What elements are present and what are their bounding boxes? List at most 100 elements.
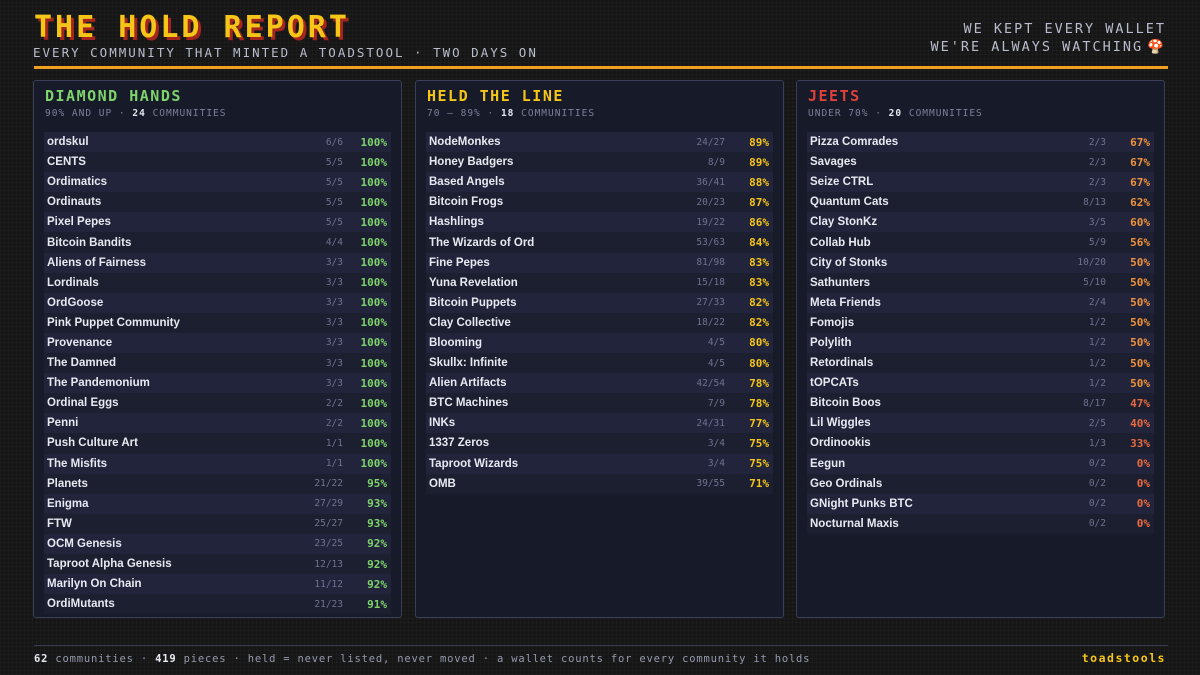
community-row: Enigma 27/29 93%	[44, 493, 391, 514]
community-name: Clay StonKz	[810, 216, 878, 229]
community-row: OrdGoose 3/3 100%	[44, 292, 391, 313]
community-name: Savages	[810, 156, 857, 169]
community-name: Bitcoin Frogs	[429, 196, 504, 209]
hold-percent: 78%	[749, 376, 769, 390]
community-row: Seize CTRL 2/3 67%	[807, 172, 1154, 193]
community-row: tOPCATs 1/2 50%	[807, 373, 1154, 394]
community-name: GNight Punks BTC	[810, 497, 913, 510]
hold-percent: 100%	[360, 336, 388, 350]
held-fraction: 81/98	[696, 257, 725, 269]
held-fraction: 2/3	[1088, 156, 1106, 168]
panel-title: DIAMOND HANDS	[45, 87, 182, 105]
community-name: Yuna Revelation	[429, 276, 518, 289]
held-fraction: 39/55	[696, 478, 725, 490]
community-name: Geo Ordinals	[810, 477, 883, 490]
community-name: Bitcoin Puppets	[429, 296, 517, 309]
held-fraction: 5/5	[325, 176, 343, 188]
community-name: Ordinookis	[810, 437, 871, 450]
held-fraction: 23/25	[314, 538, 343, 550]
hold-percent: 78%	[749, 396, 769, 410]
community-row: Blooming 4/5 80%	[426, 332, 773, 354]
held-fraction: 8/17	[1083, 397, 1106, 409]
hold-percent: 93%	[367, 517, 387, 531]
held-fraction: 1/2	[1088, 357, 1106, 369]
footer-note: held = never listed, never moved · a wal…	[247, 653, 811, 665]
community-name: City of Stonks	[810, 256, 888, 269]
held-fraction: 1/1	[325, 458, 343, 470]
panel-count: 24	[132, 108, 146, 119]
panel-title: JEETS	[808, 87, 861, 105]
hold-percent: 0%	[1136, 477, 1150, 491]
held-fraction: 0/2	[1088, 518, 1106, 530]
community-name: Bitcoin Bandits	[47, 236, 132, 249]
hold-percent: 89%	[749, 135, 769, 149]
hold-percent: 56%	[1130, 236, 1150, 250]
held-fraction: 3/3	[325, 257, 343, 269]
tagline-watching: WE'RE ALWAYS WATCHING 🍄	[931, 39, 1167, 55]
community-name: tOPCATs	[810, 377, 859, 390]
community-name: Alien Artifacts	[429, 377, 507, 390]
community-row: 1337 Zeros 3/4 75%	[426, 433, 773, 454]
panel-range: 70 – 89%	[427, 108, 481, 119]
community-row: Polylith 1/2 50%	[807, 332, 1154, 354]
hold-percent: 77%	[749, 416, 769, 430]
hold-percent: 92%	[367, 557, 387, 571]
held-fraction: 3/3	[325, 277, 343, 289]
community-name: CENTS	[47, 156, 86, 169]
community-row: Quantum Cats 8/13 62%	[807, 192, 1154, 213]
held-fraction: 0/2	[1088, 458, 1106, 470]
panel-jeets: JEETS UNDER 70% · 20 COMMUNITIES Pizza C…	[796, 80, 1165, 618]
held-fraction: 2/3	[1088, 176, 1106, 188]
community-row: The Wizards of Ord 53/63 84%	[426, 232, 773, 253]
community-row: BTC Machines 7/9 78%	[426, 393, 773, 414]
hold-percent: 80%	[749, 356, 769, 370]
community-row: Provenance 3/3 100%	[44, 332, 391, 354]
held-fraction: 1/1	[325, 437, 343, 449]
brand-logo: toadstools	[1081, 651, 1166, 665]
community-name: Marilyn On Chain	[47, 578, 142, 591]
community-name: Eegun	[810, 457, 846, 470]
community-name: Penni	[47, 417, 79, 430]
community-row: OMB 39/55 71%	[426, 473, 773, 494]
held-fraction: 2/2	[325, 417, 343, 429]
panel-count: 20	[888, 108, 903, 119]
footer-pieces-label: pieces	[183, 653, 227, 665]
held-fraction: 1/2	[1088, 377, 1106, 389]
held-fraction: 7/9	[707, 397, 725, 409]
footer-communities-count: 62	[34, 653, 49, 665]
hold-percent: 50%	[1130, 376, 1150, 390]
hold-percent: 100%	[360, 155, 388, 169]
community-row: OrdiMutants 21/23 91%	[44, 594, 391, 615]
tagline-watching-text: WE'RE ALWAYS WATCHING	[930, 39, 1144, 55]
hold-percent: 47%	[1130, 396, 1150, 410]
community-name: Bitcoin Boos	[810, 397, 881, 410]
community-row: Nocturnal Maxis 0/2 0%	[807, 513, 1154, 534]
held-fraction: 5/5	[325, 216, 343, 228]
hold-percent: 100%	[360, 215, 388, 229]
held-fraction: 3/3	[325, 377, 343, 389]
held-fraction: 6/6	[325, 136, 343, 148]
hold-percent: 100%	[360, 416, 388, 430]
panel-subtitle: 70 – 89% · 18 COMMUNITIES	[427, 108, 596, 119]
held-fraction: 53/63	[696, 237, 725, 249]
held-fraction: 1/2	[1088, 337, 1106, 349]
community-name: Polylith	[810, 336, 852, 349]
hold-percent: 95%	[367, 477, 387, 491]
hold-percent: 67%	[1130, 135, 1150, 149]
community-name: Collab Hub	[810, 236, 871, 249]
held-fraction: 3/4	[707, 437, 725, 449]
held-fraction: 21/22	[314, 478, 343, 490]
community-row: City of Stonks 10/20 50%	[807, 252, 1154, 273]
community-row: Bitcoin Puppets 27/33 82%	[426, 292, 773, 313]
panel-subtitle: 90% AND UP · 24 COMMUNITIES	[45, 108, 227, 119]
panel-count-label: COMMUNITIES	[521, 108, 596, 119]
community-name: Aliens of Fairness	[47, 256, 147, 269]
community-name: ordskul	[47, 136, 89, 149]
community-name: Pixel Pepes	[47, 216, 111, 229]
hold-percent: 50%	[1130, 356, 1150, 370]
community-row: Push Culture Art 1/1 100%	[44, 433, 391, 454]
community-row: GNight Punks BTC 0/2 0%	[807, 493, 1154, 514]
community-row: Pixel Pepes 5/5 100%	[44, 212, 391, 233]
held-fraction: 18/22	[696, 317, 725, 329]
held-fraction: 27/33	[696, 297, 725, 309]
